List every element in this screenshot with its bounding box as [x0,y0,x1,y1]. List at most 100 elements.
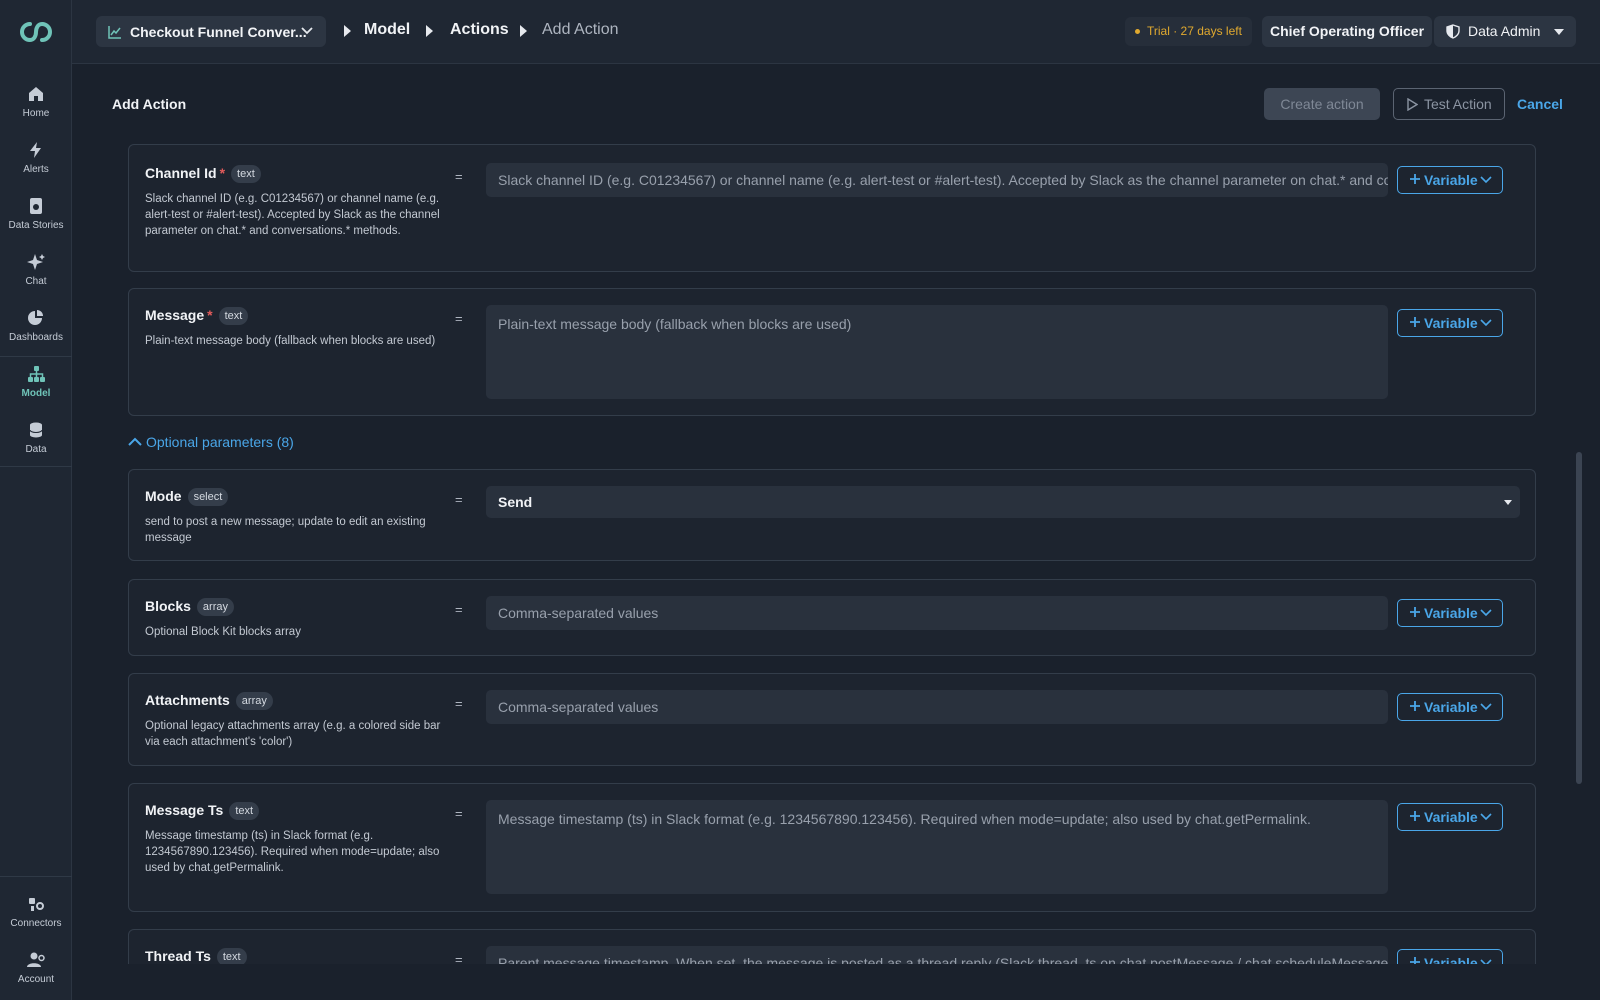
breadcrumb-separator-icon [344,25,351,37]
sidebar-item-label: Data Stories [8,220,64,231]
type-badge: text [216,948,247,964]
sidebar-nav: Home Alerts Data Stories Chat Dashboards… [0,76,72,468]
logo-icon[interactable] [14,18,58,46]
param-description: Message timestamp (ts) in Slack format (… [145,830,440,874]
mode-select-value: Send [498,494,533,510]
variable-label: Variable [1424,955,1478,964]
page-header: Add Action Create action Test Action Can… [72,64,1600,144]
sidebar-item-label: Alerts [23,164,49,175]
message-textarea[interactable]: Plain-text message body (fallback when b… [486,305,1388,399]
chevron-down-icon [1480,176,1492,184]
scrollbar-thumb[interactable] [1576,452,1582,784]
optional-parameters-label: Optional parameters (8) [146,434,294,450]
plug-icon [29,898,44,911]
create-action-button[interactable]: Create action [1264,88,1380,120]
param-name: Thread Ts text [145,948,247,964]
param-card-message: Message * text Plain-text message body (fa… [128,288,1536,416]
sidebar-item-connectors[interactable]: Connectors [0,886,72,942]
param-label: Blocks [145,598,191,614]
message-ts-textarea[interactable]: Message timestamp (ts) in Slack format (… [486,800,1388,894]
equals-sign: = [455,602,463,617]
sidebar-item-alerts[interactable]: Alerts [0,132,72,188]
param-label: Thread Ts [145,948,211,964]
sidebar-item-data-stories[interactable]: Data Stories [0,188,72,244]
play-icon [1407,98,1418,111]
sidebar: Home Alerts Data Stories Chat Dashboards… [0,0,72,1000]
variable-button[interactable]: Variable [1397,166,1503,194]
breadcrumb-add-action: Add Action [542,21,619,38]
optional-parameters-toggle[interactable]: Optional parameters (8) [128,434,294,450]
dataset-name: Checkout Funnel Conver... [130,23,307,40]
equals-sign: = [455,806,463,821]
equals-sign: = [455,492,463,507]
chevron-down-icon [1480,703,1492,711]
param-description: send to post a new message; update to ed… [145,516,426,544]
sidebar-item-label: Home [22,108,50,119]
test-action-button[interactable]: Test Action [1393,88,1505,120]
equals-sign: = [455,952,463,964]
sidebar-item-label: Connectors [10,918,62,929]
sidebar-item-model[interactable]: Model [0,356,72,412]
shield-icon [1446,24,1460,39]
sidebar-item-label: Dashboards [9,332,63,343]
equals-sign: = [455,311,463,326]
variable-label: Variable [1424,172,1478,188]
param-name: Message Ts text [145,802,260,820]
sidebar-item-label: Data [25,444,47,455]
param-description: Optional legacy attachments array (e.g. … [145,720,441,748]
bolt-icon [30,142,41,158]
action-form: Channel Id * text Slack channel ID (e.g. C… [112,144,1552,964]
caret-down-icon [1504,500,1512,505]
chevron-down-icon [1480,813,1492,821]
sidebar-item-chat[interactable]: Chat [0,244,72,300]
sidebar-divider [0,466,72,467]
breadcrumb-model[interactable]: Model [364,21,410,39]
attachments-input[interactable]: Comma-separated values [486,690,1388,724]
sidebar-item-dashboards[interactable]: Dashboards [0,300,72,356]
param-name: Attachments array [145,692,273,710]
variable-button[interactable]: Variable [1397,949,1503,964]
role-badge[interactable]: Chief Operating Officer [1262,16,1433,47]
sidebar-divider [0,876,72,877]
sidebar-item-label: Chat [25,276,47,287]
variable-button[interactable]: Variable [1397,693,1503,721]
sidebar-item-account[interactable]: Account [0,942,72,998]
type-badge: text [218,307,249,325]
cancel-button[interactable]: Cancel [1517,96,1563,112]
thread-ts-input[interactable]: Parent message timestamp. When set, the … [486,946,1388,964]
variable-label: Variable [1424,605,1478,621]
param-name: Blocks array [145,598,234,616]
variable-label: Variable [1424,699,1478,715]
type-badge: text [231,165,261,183]
database-icon [29,422,43,438]
plus-icon [1410,317,1420,327]
trial-badge[interactable]: Trial · 27 days left [1125,17,1252,46]
sidebar-item-home[interactable]: Home [0,76,72,132]
chevron-up-icon [128,437,142,446]
type-badge: text [229,802,260,820]
pie-icon [28,310,43,325]
user-menu[interactable]: Data Admin [1434,16,1576,47]
sidebar-divider [0,356,72,357]
dataset-selector[interactable]: Checkout Funnel Conver... [96,16,326,47]
type-badge: array [196,598,234,616]
home-icon [29,87,43,101]
param-name: Mode select [145,488,229,506]
breadcrumb-actions[interactable]: Actions [450,21,509,39]
variable-button[interactable]: Variable [1397,309,1503,337]
param-name: Message * text [145,307,249,325]
model-icon [28,366,45,382]
user-menu-label: Data Admin [1468,23,1541,39]
sidebar-item-data[interactable]: Data [0,412,72,468]
user-gear-icon [27,952,45,967]
param-description: Plain-text message body (fallback when b… [145,335,436,347]
channel-id-input[interactable]: Slack channel ID (e.g. C01234567) or cha… [486,163,1388,197]
mode-select[interactable]: Send [486,486,1520,518]
variable-button[interactable]: Variable [1397,599,1503,627]
blocks-input[interactable]: Comma-separated values [486,596,1388,630]
chart-line-icon [108,25,121,39]
story-icon [30,198,42,214]
variable-button[interactable]: Variable [1397,803,1503,831]
type-badge: array [235,692,273,710]
plus-icon [1410,701,1420,711]
